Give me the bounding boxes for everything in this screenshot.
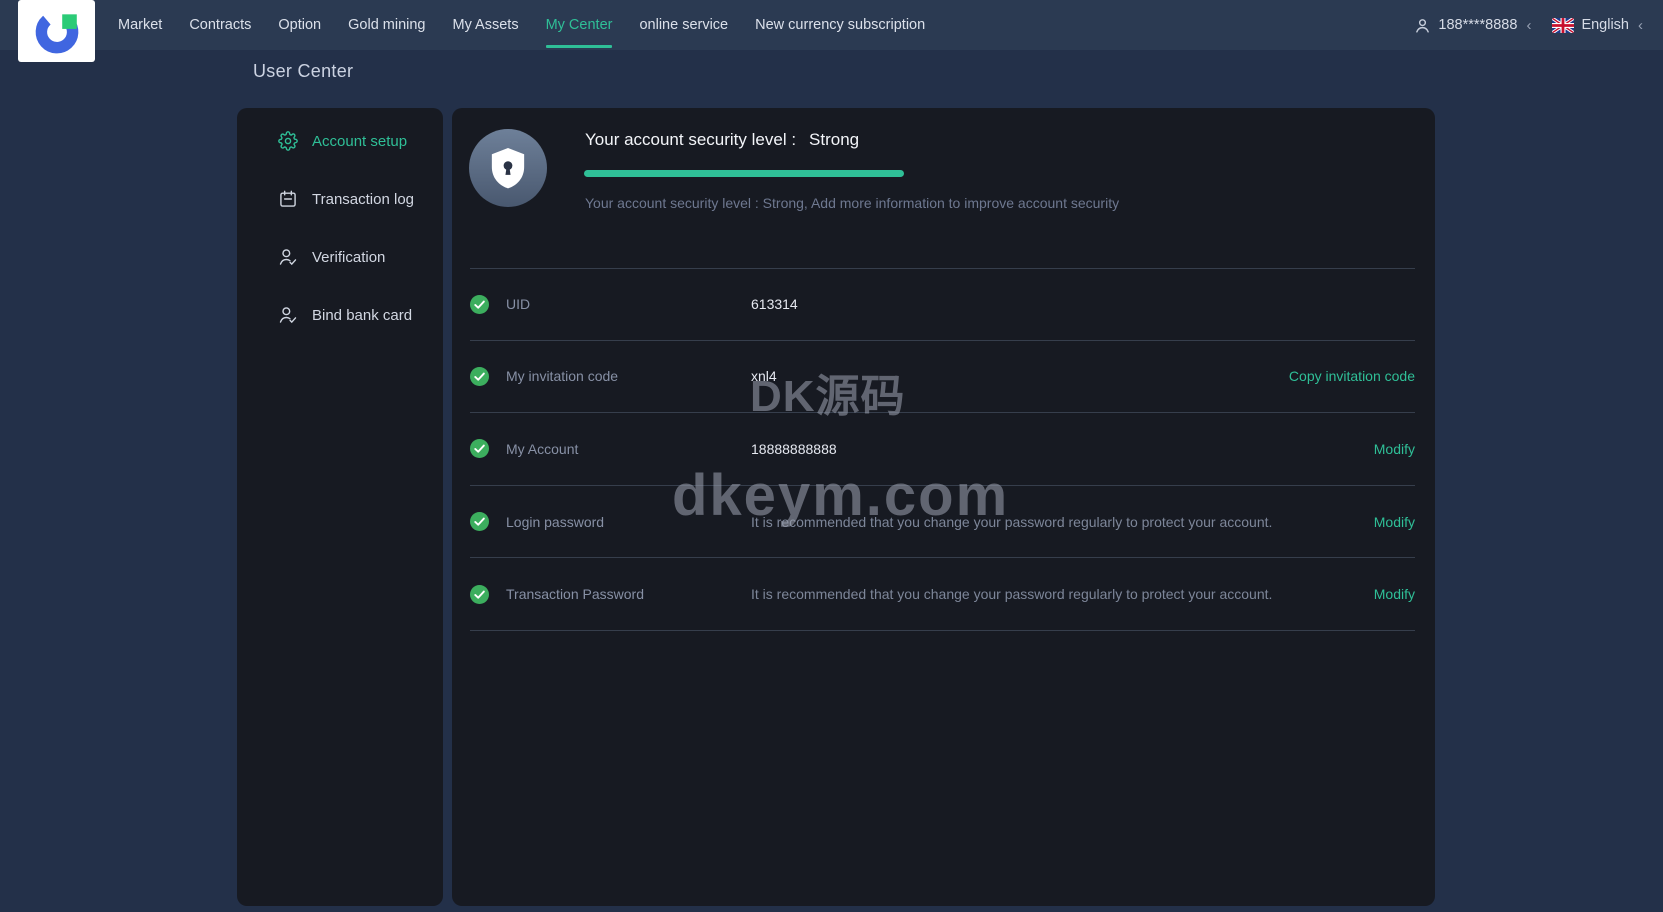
sidebar-item-transaction-log[interactable]: Transaction log (237, 170, 443, 228)
user-icon (1414, 17, 1431, 34)
sidebar-item-label: Transaction log (312, 191, 414, 208)
calendar-icon (278, 189, 298, 209)
user-check-icon (278, 305, 298, 325)
row-value: It is recommended that you change your p… (751, 586, 1360, 602)
sidebar-card: Account setup Transaction log Verificati… (237, 108, 443, 906)
row-value: 18888888888 (751, 441, 1360, 457)
row-label: Login password (506, 514, 751, 530)
user-check-icon (278, 247, 298, 267)
page-title: User Center (253, 61, 353, 82)
modify-login-password-link[interactable]: Modify (1374, 514, 1415, 530)
copy-invitation-code-link[interactable]: Copy invitation code (1289, 368, 1415, 384)
check-circle-icon (470, 512, 489, 531)
nav-item-online-service[interactable]: online service (639, 0, 728, 50)
modify-transaction-password-link[interactable]: Modify (1374, 586, 1415, 602)
row-my-account: My Account 18888888888 Modify (470, 413, 1415, 486)
row-transaction-password: Transaction Password It is recommended t… (470, 558, 1415, 631)
row-value: 613314 (751, 296, 1415, 312)
nav-item-contracts[interactable]: Contracts (189, 0, 251, 50)
nav-item-my-center[interactable]: My Center (546, 0, 613, 50)
account-setup-panel: Your account security level :Strong Your… (452, 108, 1435, 906)
row-login-password: Login password It is recommended that yo… (470, 486, 1415, 559)
modify-account-link[interactable]: Modify (1374, 441, 1415, 457)
row-label: Transaction Password (506, 586, 751, 602)
language-label[interactable]: English (1581, 17, 1629, 33)
security-level-title: Your account security level :Strong (585, 130, 859, 150)
language-chevron-icon[interactable]: ‹ (1638, 17, 1643, 34)
security-subtitle: Your account security level : Strong, Ad… (585, 195, 1119, 211)
row-value: It is recommended that you change your p… (751, 514, 1360, 530)
check-circle-icon (470, 439, 489, 458)
row-invitation-code: My invitation code xnl4 Copy invitation … (470, 341, 1415, 414)
sidebar-item-label: Verification (312, 249, 385, 266)
sidebar-item-label: Account setup (312, 133, 407, 150)
nav-item-gold-mining[interactable]: Gold mining (348, 0, 425, 50)
sidebar-item-account-setup[interactable]: Account setup (237, 112, 443, 170)
row-value: xnl4 (751, 368, 1275, 384)
brand-logo[interactable] (18, 0, 95, 62)
row-label: My Account (506, 441, 751, 457)
nav-item-option[interactable]: Option (278, 0, 321, 50)
sidebar-item-verification[interactable]: Verification (237, 228, 443, 286)
top-navbar: Market Contracts Option Gold mining My A… (0, 0, 1663, 50)
check-circle-icon (470, 295, 489, 314)
sidebar-item-bind-bank-card[interactable]: Bind bank card (237, 286, 443, 344)
check-circle-icon (470, 367, 489, 386)
row-label: My invitation code (506, 368, 751, 384)
security-progress-bar (584, 170, 904, 177)
nav-item-new-currency-subscription[interactable]: New currency subscription (755, 0, 925, 50)
nav-menu: Market Contracts Option Gold mining My A… (118, 0, 925, 50)
gear-icon (278, 131, 298, 151)
nav-item-my-assets[interactable]: My Assets (453, 0, 519, 50)
account-chevron-icon[interactable]: ‹ (1526, 17, 1531, 34)
logo-c-icon (32, 6, 82, 56)
account-phone[interactable]: 188****8888 (1438, 17, 1517, 33)
uk-flag-icon (1552, 18, 1574, 33)
shield-icon (469, 129, 547, 207)
security-level-value: Strong (809, 130, 859, 149)
check-circle-icon (470, 585, 489, 604)
sidebar-item-label: Bind bank card (312, 307, 412, 324)
row-uid: UID 613314 (470, 268, 1415, 341)
account-rows: UID 613314 My invitation code xnl4 Copy … (470, 268, 1415, 631)
row-label: UID (506, 296, 751, 312)
nav-item-market[interactable]: Market (118, 0, 162, 50)
